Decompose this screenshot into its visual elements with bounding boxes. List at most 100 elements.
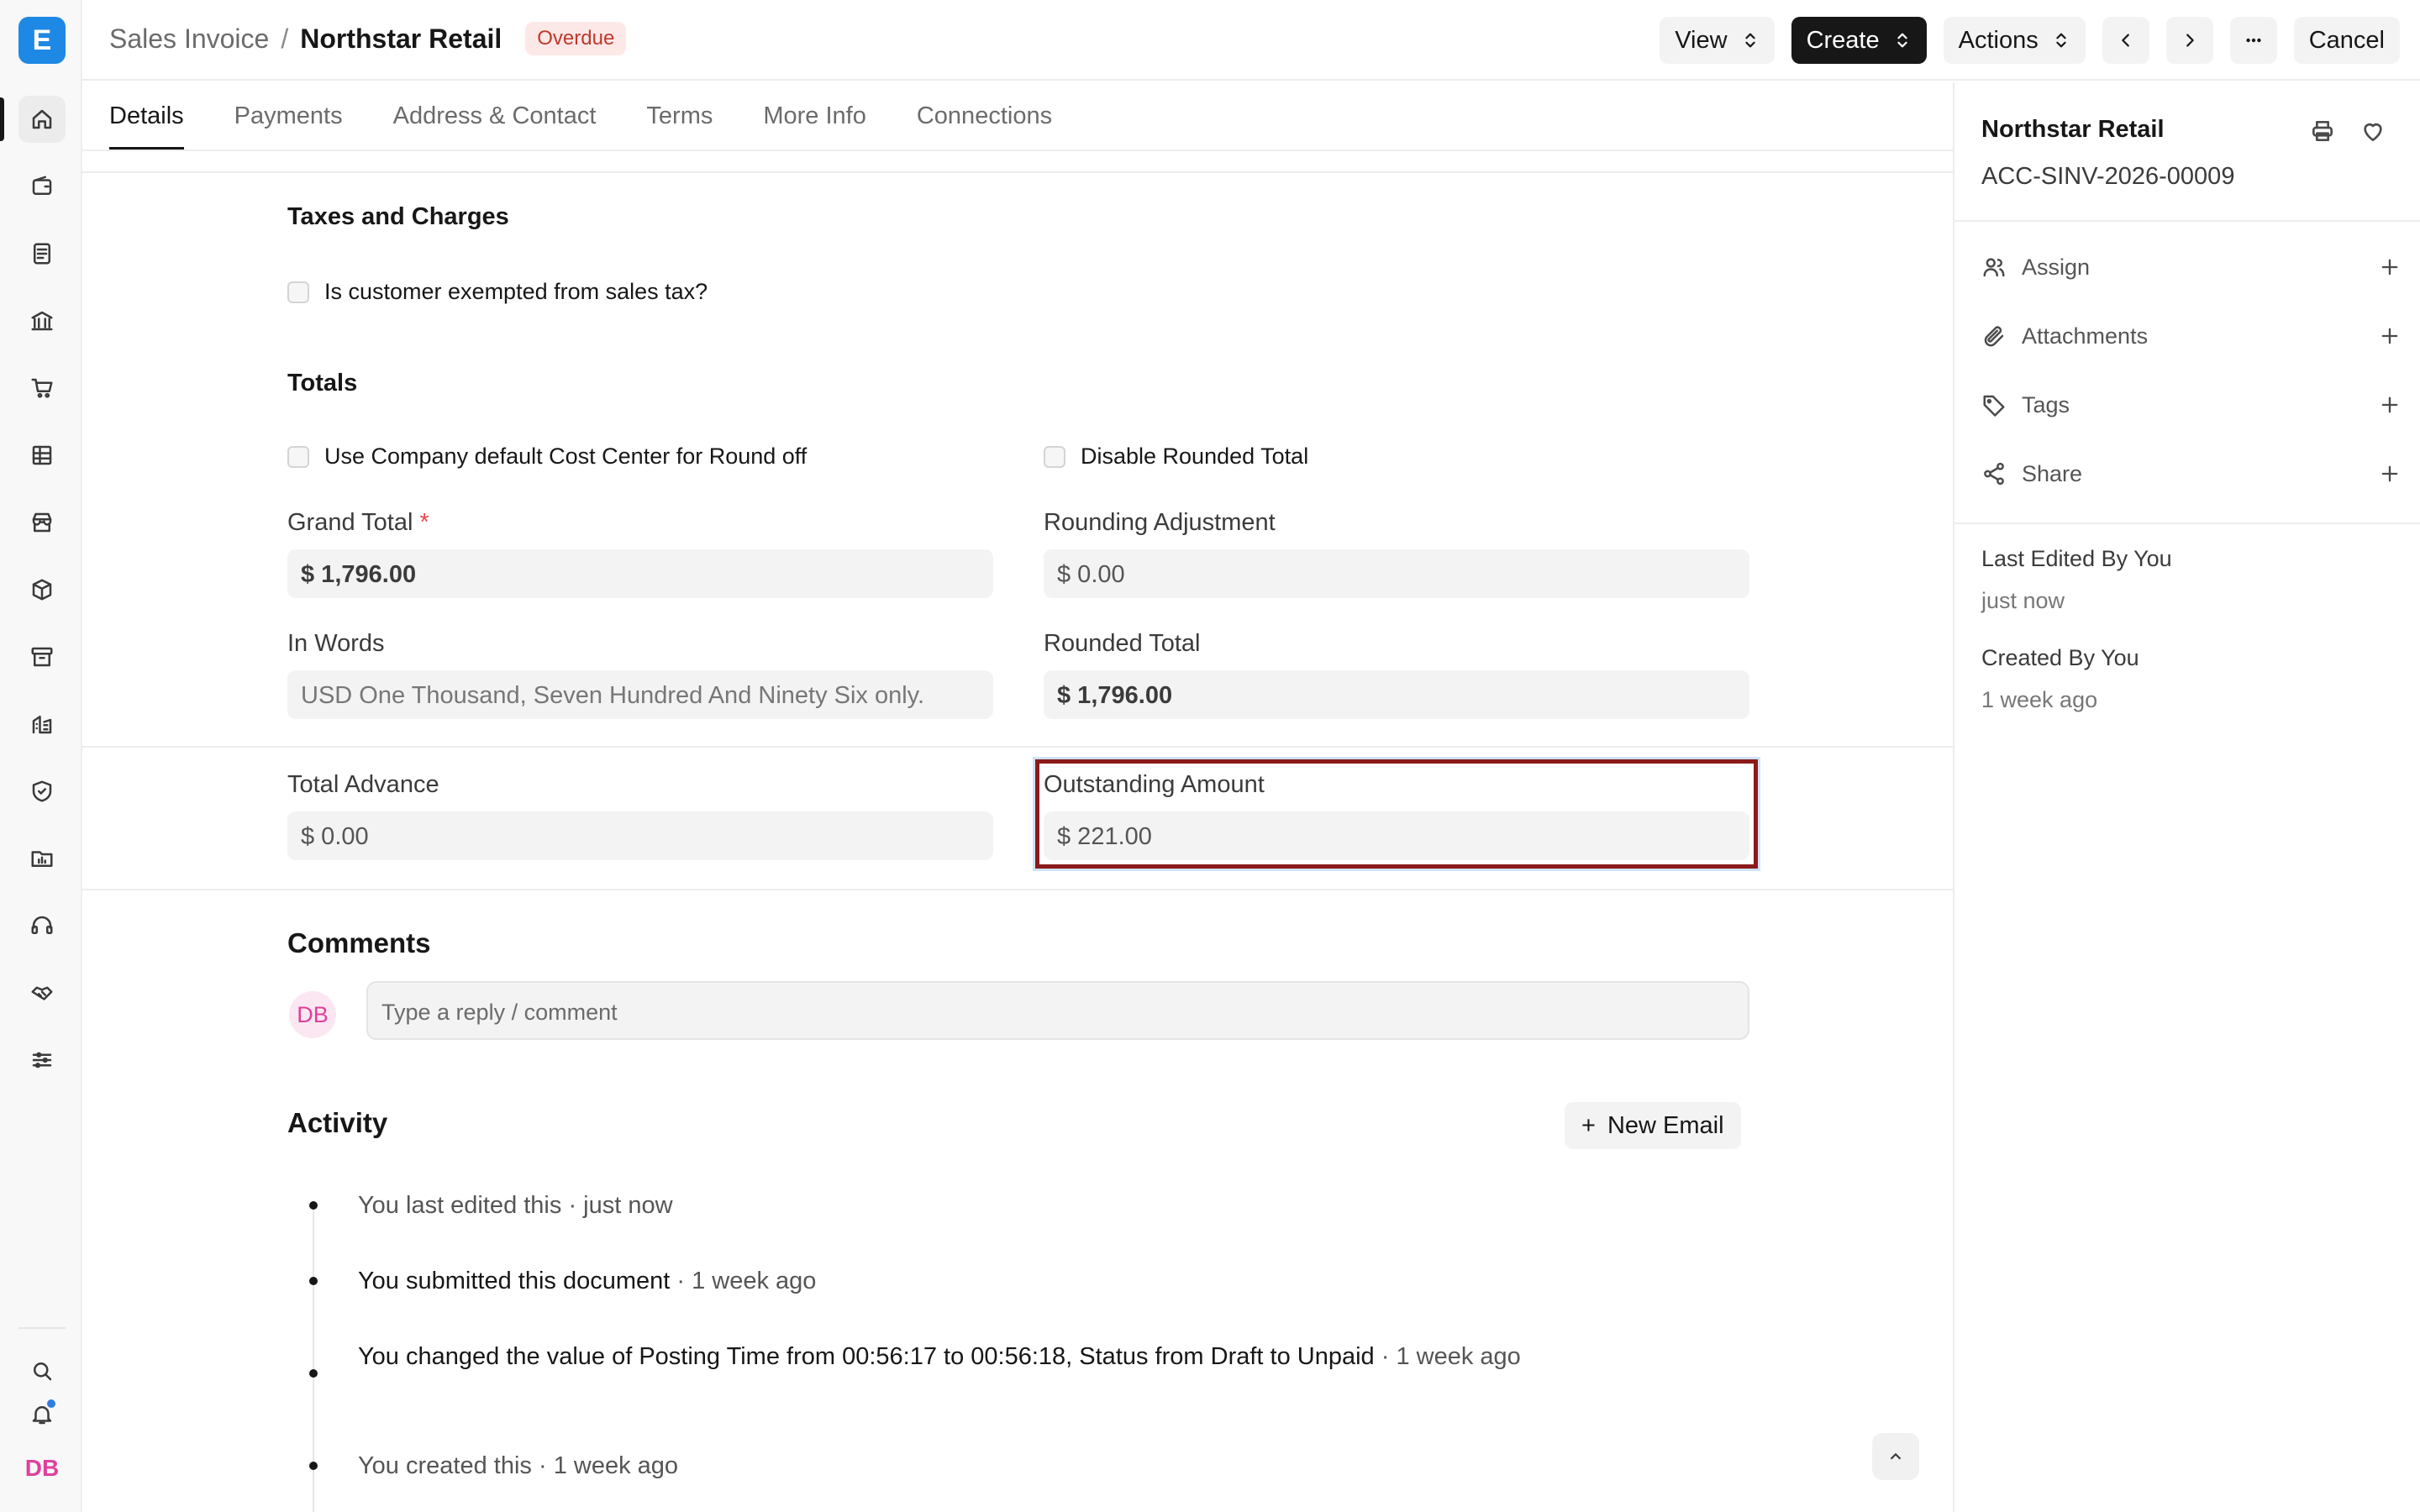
heart-icon[interactable]	[2356, 114, 2390, 148]
section-divider	[82, 171, 1953, 173]
cancel-button[interactable]: Cancel	[2293, 17, 2400, 64]
to-word: to	[936, 1343, 971, 1370]
checkbox-box[interactable]	[287, 281, 309, 303]
in-words-field[interactable]: USD One Thousand, Seven Hundred And Nine…	[287, 670, 993, 719]
exempt-checkbox[interactable]: Is customer exempted from sales tax?	[287, 279, 708, 305]
share-icon	[1981, 460, 2008, 487]
totals-heading: Totals	[287, 370, 358, 396]
outstanding-amount-field[interactable]: $ 221.00	[1044, 811, 1749, 860]
tag-icon	[1981, 391, 2008, 418]
package-icon[interactable]	[18, 566, 66, 613]
checkbox-box[interactable]	[287, 445, 309, 468]
status-from: , Status from	[1065, 1343, 1211, 1370]
activity-heading: Activity	[287, 1107, 388, 1138]
actions-button[interactable]: Actions	[1943, 17, 2086, 64]
disable-rounded-checkbox[interactable]: Disable Rounded Total	[1044, 444, 1308, 470]
view-button[interactable]: View	[1660, 17, 1775, 64]
grand-total-field[interactable]: $ 1,796.00	[287, 549, 993, 598]
rounded-total-field[interactable]: $ 1,796.00	[1044, 670, 1749, 719]
sidebar-attachments[interactable]: Attachments	[1981, 318, 2402, 354]
activity-time: · 1 week ago	[1374, 1343, 1521, 1370]
handshake-icon[interactable]	[18, 969, 66, 1016]
tab-payments[interactable]: Payments	[234, 82, 343, 150]
sidebar-assign[interactable]: Assign	[1981, 249, 2402, 286]
to-word: to	[1263, 1343, 1297, 1370]
chevron-up-down-icon	[2056, 33, 2066, 48]
activity-prefix: You changed the value of Posting Time fr…	[358, 1343, 843, 1370]
new-email-button[interactable]: + New Email	[1565, 1102, 1741, 1149]
print-icon[interactable]	[2306, 114, 2339, 148]
tab-details[interactable]: Details	[109, 82, 184, 150]
sidebar-share[interactable]: Share	[1981, 455, 2402, 492]
home-icon[interactable]	[18, 96, 66, 143]
main-content: Taxes and Charges Is customer exempted f…	[82, 151, 1953, 1512]
search-icon[interactable]	[18, 1347, 66, 1394]
tab-more-info[interactable]: More Info	[763, 82, 866, 150]
user-avatar[interactable]: DB	[18, 1445, 66, 1492]
plus-icon[interactable]	[2378, 393, 2402, 417]
old-time: 00:56:17	[842, 1343, 937, 1370]
new-email-label: New Email	[1607, 1111, 1724, 1139]
comment-input[interactable]: Type a reply / comment	[366, 981, 1749, 1040]
folder-chart-icon[interactable]	[18, 835, 66, 882]
building-icon[interactable]	[18, 701, 66, 748]
total-advance-field[interactable]: $ 0.00	[287, 811, 993, 860]
scroll-to-top-button[interactable]	[1872, 1433, 1919, 1480]
checkbox-box[interactable]	[1044, 445, 1065, 468]
create-button[interactable]: Create	[1791, 17, 1927, 64]
sidebar-tags[interactable]: Tags	[1981, 386, 2402, 423]
previous-button[interactable]	[2102, 17, 2149, 64]
right-sidebar: Northstar Retail ACC-SINV-2026-00009 Ass…	[1953, 82, 2420, 1512]
new-status: Unpaid	[1297, 1343, 1375, 1370]
table-icon[interactable]	[18, 432, 66, 479]
plus-icon[interactable]	[2378, 462, 2402, 486]
tab-terms[interactable]: Terms	[646, 82, 713, 150]
shield-icon[interactable]	[18, 768, 66, 815]
document-icon[interactable]	[18, 230, 66, 277]
tab-address-contact[interactable]: Address & Contact	[393, 82, 597, 150]
sliders-icon[interactable]	[18, 1037, 66, 1084]
next-button[interactable]	[2165, 17, 2213, 64]
rounding-adjustment-field[interactable]: $ 0.00	[1044, 549, 1749, 598]
section-divider	[82, 746, 1953, 748]
archive-icon[interactable]	[18, 633, 66, 680]
rail-active-indicator	[0, 97, 4, 141]
share-label: Share	[2022, 460, 2083, 486]
activity-item: You changed the value of Posting Time fr…	[358, 1339, 1602, 1374]
rounding-adjustment-label: Rounding Adjustment	[1044, 509, 1276, 536]
wallet-icon[interactable]	[18, 163, 66, 210]
cost-center-checkbox[interactable]: Use Company default Cost Center for Roun…	[287, 444, 807, 470]
store-icon[interactable]	[18, 499, 66, 546]
cost-center-checkbox-label: Use Company default Cost Center for Roun…	[324, 444, 808, 469]
chevron-right-icon	[2186, 34, 2194, 47]
sidebar-title: Northstar Retail	[1981, 116, 2165, 143]
rounded-total-label: Rounded Total	[1044, 630, 1201, 657]
sidebar-divider	[1954, 522, 2420, 524]
activity-item: You last edited this · just now	[358, 1188, 1602, 1223]
bank-icon[interactable]	[18, 297, 66, 344]
activity-time: · 1 week ago	[670, 1268, 817, 1294]
comment-avatar: DB	[289, 991, 336, 1038]
sidebar-divider	[1954, 220, 2420, 222]
timeline-dot	[309, 1277, 318, 1285]
timeline-dot	[309, 1201, 318, 1210]
app-logo[interactable]: E	[18, 17, 66, 64]
ellipsis-icon	[2246, 38, 2261, 43]
activity-action: You created this	[358, 1452, 532, 1479]
exempt-checkbox-label: Is customer exempted from sales tax?	[324, 279, 708, 304]
status-badge: Overdue	[525, 22, 627, 55]
more-button[interactable]	[2229, 17, 2277, 64]
document-id: ACC-SINV-2026-00009	[1981, 163, 2235, 190]
breadcrumb-parent[interactable]: Sales Invoice	[109, 24, 269, 55]
bell-icon[interactable]	[18, 1391, 66, 1438]
in-words-label: In Words	[287, 630, 385, 657]
plus-icon[interactable]	[2378, 255, 2402, 279]
cart-icon[interactable]	[18, 365, 66, 412]
headset-icon[interactable]	[18, 902, 66, 949]
plus-icon[interactable]	[2378, 324, 2402, 348]
timeline-dot	[309, 1462, 318, 1470]
section-divider	[82, 889, 1953, 890]
top-bar: Sales Invoice / Northstar Retail Overdue…	[82, 0, 2420, 81]
tab-connections[interactable]: Connections	[917, 82, 1052, 150]
attachments-label: Attachments	[2022, 323, 2149, 349]
